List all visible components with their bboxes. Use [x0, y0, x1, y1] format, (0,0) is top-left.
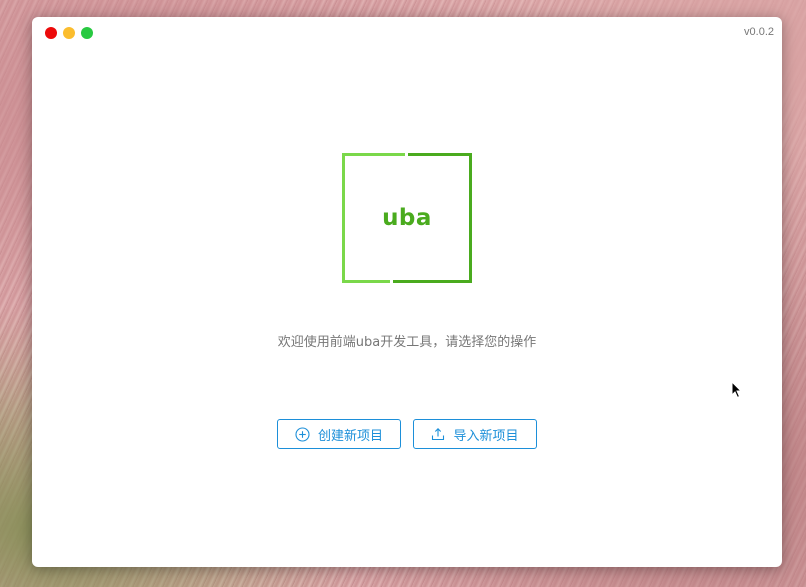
- minimize-window-button[interactable]: [63, 27, 75, 39]
- upload-icon: [432, 428, 445, 441]
- import-project-label: 导入新项目: [453, 428, 519, 444]
- maximize-window-button[interactable]: [81, 27, 93, 39]
- mouse-cursor-icon: [731, 381, 743, 399]
- welcome-message: 欢迎使用前端uba开发工具，请选择您的操作: [277, 335, 537, 350]
- close-window-button[interactable]: [45, 27, 57, 39]
- plus-circle-icon: [295, 426, 310, 442]
- create-project-label: 创建新项目: [317, 428, 383, 444]
- logo-text: uba: [382, 205, 432, 231]
- import-project-button[interactable]: 导入新项目: [413, 419, 537, 449]
- app-window: v0.0.2 uba 欢迎使用前端uba开发工具，请选择您的操作 创建新项目 导…: [32, 17, 782, 567]
- window-controls: [45, 27, 93, 39]
- version-label: v0.0.2: [744, 26, 774, 38]
- create-project-button[interactable]: 创建新项目: [277, 419, 401, 449]
- uba-logo: uba: [342, 153, 472, 283]
